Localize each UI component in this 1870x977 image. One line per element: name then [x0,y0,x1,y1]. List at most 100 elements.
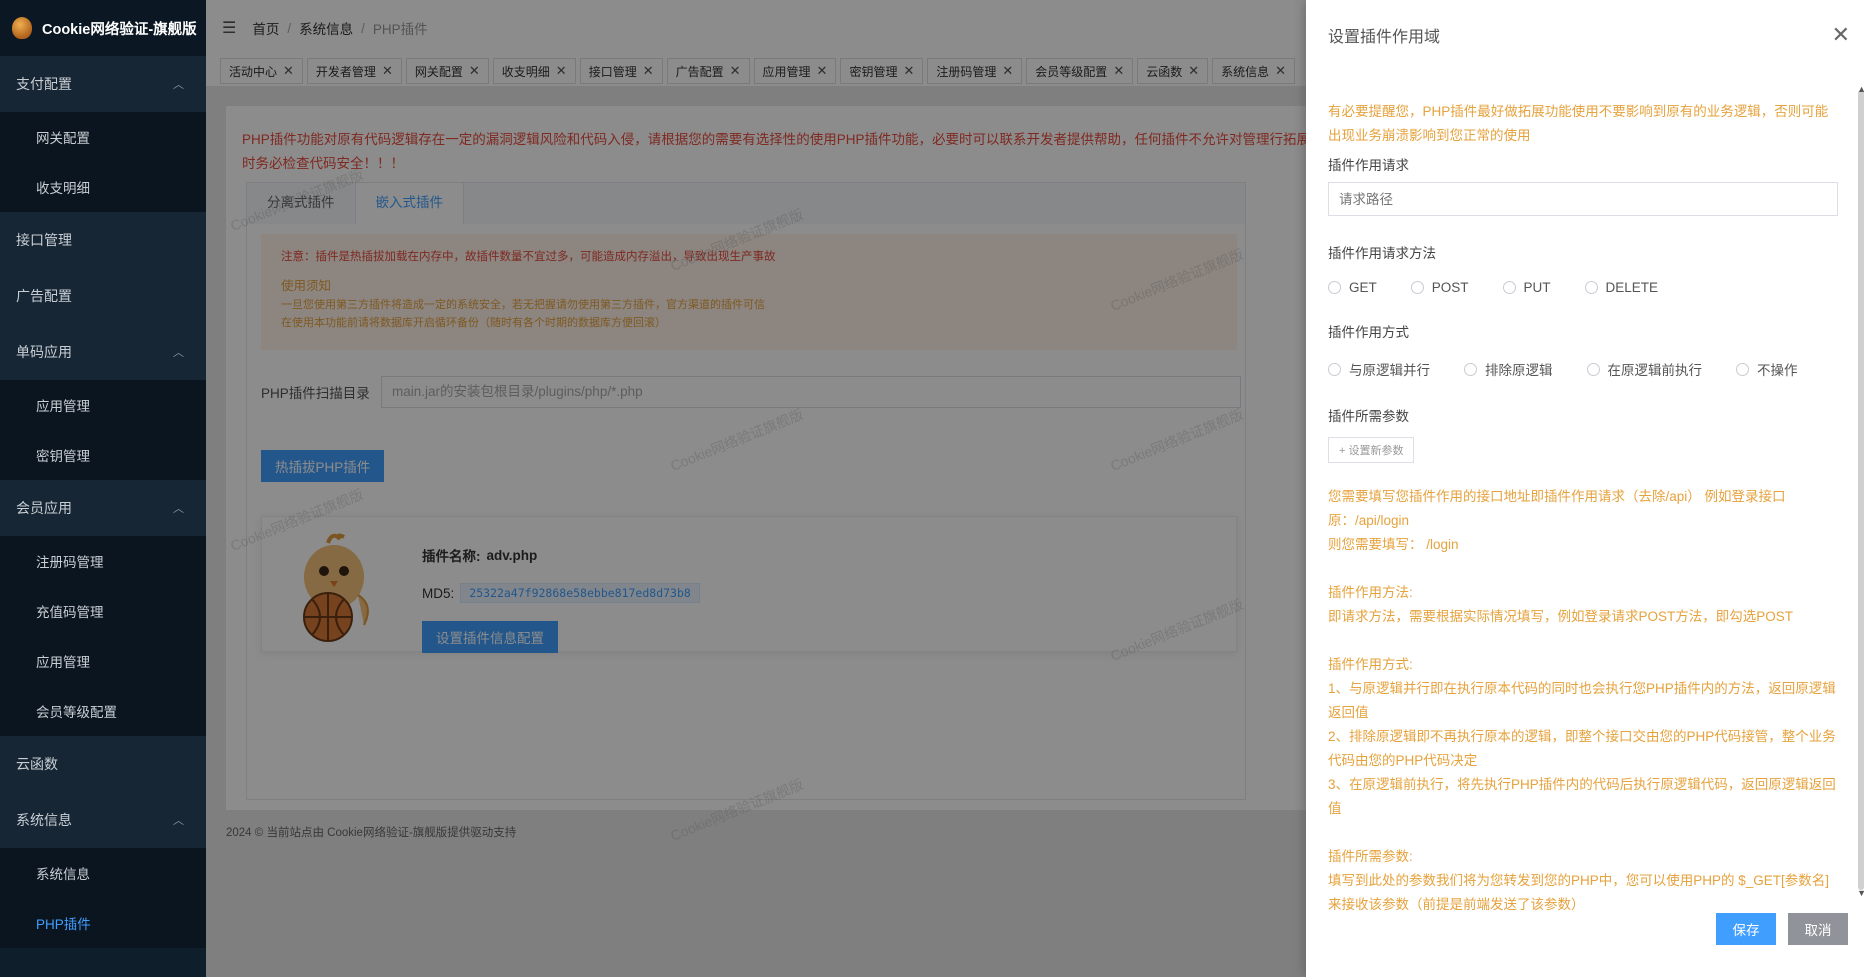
help-line: 填写到此处的参数我们将为您转发到您的PHP中，您可以使用PHP的 $_GET[参… [1328,873,1830,912]
sidebar-item-14[interactable]: 系统信息 ︿ [0,792,206,848]
radio-circle-icon[interactable] [1586,362,1600,376]
sidebar-item-label: 密钥管理 [36,449,90,464]
help-line: 1、与原逻辑并行即在执行原本代码的同时也会执行您PHP插件内的方法，返回原逻辑返… [1328,681,1836,720]
add-param-button[interactable]: + 设置新参数 [1328,437,1415,463]
sidebar-item-1[interactable]: 网关配置 [0,112,206,162]
radio-label: 不操作 [1757,363,1798,378]
sidebar-item-6[interactable]: 应用管理 [0,380,206,430]
sidebar-item-15[interactable]: 系统信息 [0,848,206,898]
sidebar-item-0[interactable]: 支付配置 ︿ [0,56,206,112]
help-line: 3、在原逻辑前执行，将先执行PHP插件内的代码后执行原逻辑代码，返回原逻辑返回值 [1328,777,1836,816]
help-gap [1328,629,1838,653]
sidebar-item-9[interactable]: 注册码管理 [0,536,206,586]
request-label: 插件作用请求 [1328,158,1409,173]
sidebar-item-label: 支付配置 [16,76,72,92]
radio-label: PUT [1523,280,1551,295]
help-gap [1328,821,1838,845]
radio-label: DELETE [1605,280,1659,295]
sidebar-item-label: 会员等级配置 [36,705,117,720]
cancel-button[interactable]: 取消 [1788,913,1848,945]
params-label: 插件所需参数 [1328,409,1409,424]
sidebar-item-label: 云函数 [16,756,58,772]
close-icon[interactable]: ✕ [1832,24,1850,46]
radio-circle-icon[interactable] [1584,281,1598,294]
sidebar: Cookie网络验证-旗舰版 支付配置 ︿ 网关配置 收支明细 接口管理 广告配置 单码应用… [0,0,206,977]
sidebar-item-label: 应用管理 [36,399,90,414]
radio-label: GET [1349,280,1377,295]
chevron-up-icon: ︿ [173,503,184,515]
radio-label: POST [1431,280,1469,295]
request-path-input[interactable] [1328,182,1838,216]
help-gap [1328,557,1838,581]
radio-circle-icon[interactable] [1328,362,1341,376]
sidebar-item-label: 系统信息 [36,867,90,882]
sidebar-item-10[interactable]: 充值码管理 [0,586,206,636]
help-text: 您需要填写您插件作用的接口地址即插件作用请求（去除/api） 例如登录接口原：/… [1328,485,1838,917]
radio-circle-icon[interactable] [1328,281,1341,294]
app-logo-icon [12,17,32,39]
sidebar-item-label: 广告配置 [16,288,72,304]
methods-radio-2[interactable]: PUT [1502,280,1551,295]
sidebar-item-13[interactable]: 云函数 [0,736,206,792]
help-line: 插件所需参数: [1328,849,1413,864]
radio-label: 排除原逻辑 [1485,363,1553,378]
sidebar-item-label: 接口管理 [16,232,72,248]
sidebar-item-label: PHP插件 [36,917,91,932]
radio-label: 与原逻辑并行 [1349,363,1430,378]
radio-circle-icon[interactable] [1736,362,1749,376]
sidebar-item-label: 收支明细 [36,181,90,196]
drawer-scrollbar[interactable] [1858,90,1864,890]
app-logo[interactable]: Cookie网络验证-旗舰版 [0,0,206,56]
sidebar-item-11[interactable]: 应用管理 [0,636,206,686]
radio-circle-icon[interactable] [1464,362,1477,376]
sidebar-item-7[interactable]: 密钥管理 [0,430,206,480]
sidebar-item-4[interactable]: 广告配置 [0,268,206,324]
help-line: 即请求方法，需要根据实际情况填写，例如登录请求POST方法，即勾选POST [1328,609,1794,624]
methods-radio-0[interactable]: GET [1328,280,1377,295]
sidebar-item-2[interactable]: 收支明细 [0,162,206,212]
radio-label: 在原逻辑前执行 [1607,363,1703,378]
save-button[interactable]: 保存 [1716,913,1776,945]
help-line: 插件作用方式: [1328,657,1413,672]
mode-radio-group: 与原逻辑并行 排除原逻辑 在原逻辑前执行 不操作 [1328,359,1838,379]
sidebar-item-12[interactable]: 会员等级配置 [0,686,206,736]
scroll-down-icon[interactable]: ▼ [1857,888,1866,898]
drawer-body: 有必要提醒您，PHP插件最好做拓展功能使用不要影响到原有的业务逻辑，否则可能出现… [1328,100,1838,917]
sidebar-item-label: 注册码管理 [36,555,104,570]
chevron-up-icon: ︿ [173,815,184,827]
help-line: 插件作用方法: [1328,585,1413,600]
sidebar-item-label: 单码应用 [16,344,72,360]
method-label: 插件作用请求方法 [1328,246,1436,261]
methods-radio-1[interactable]: POST [1410,280,1469,295]
drawer-footer: 保存 取消 [1716,913,1848,945]
modes-radio-2[interactable]: 在原逻辑前执行 [1586,359,1703,379]
drawer-header: 设置插件作用域 ✕ [1306,0,1870,70]
mode-label: 插件作用方式 [1328,325,1409,340]
chevron-up-icon: ︿ [173,347,184,359]
sidebar-item-5[interactable]: 单码应用 ︿ [0,324,206,380]
help-line: 您需要填写您插件作用的接口地址即插件作用请求（去除/api） 例如登录接口原：/… [1328,489,1786,528]
sidebar-item-label: 应用管理 [36,655,90,670]
plugin-scope-drawer: 设置插件作用域 ✕ 有必要提醒您，PHP插件最好做拓展功能使用不要影响到原有的业… [1306,0,1870,977]
app-title: Cookie网络验证-旗舰版 [42,21,197,38]
sidebar-item-label: 网关配置 [36,131,90,146]
sidebar-item-8[interactable]: 会员应用 ︿ [0,480,206,536]
modes-radio-0[interactable]: 与原逻辑并行 [1328,359,1430,379]
sidebar-item-3[interactable]: 接口管理 [0,212,206,268]
methods-radio-3[interactable]: DELETE [1584,280,1659,295]
radio-circle-icon[interactable] [1502,281,1516,294]
method-radio-group: GET POST PUT DELETE [1328,280,1838,295]
help-line: 2、排除原逻辑即不再执行原本的逻辑，即整个接口交由您的PHP代码接管，整个业务代… [1328,729,1836,768]
sidebar-item-16[interactable]: PHP插件 [0,898,206,948]
modes-radio-3[interactable]: 不操作 [1736,359,1798,379]
sidebar-item-label: 充值码管理 [36,605,104,620]
sidebar-menu: 支付配置 ︿ 网关配置 收支明细 接口管理 广告配置 单码应用 ︿ 应用管理 密钥管理 会员应用 ︿ 注… [0,56,206,948]
scroll-up-icon[interactable]: ▲ [1857,84,1866,94]
sidebar-item-label: 系统信息 [16,812,72,828]
modes-radio-1[interactable]: 排除原逻辑 [1464,359,1553,379]
sidebar-item-label: 会员应用 [16,500,72,516]
drawer-tip: 有必要提醒您，PHP插件最好做拓展功能使用不要影响到原有的业务逻辑，否则可能出现… [1328,104,1829,143]
radio-circle-icon[interactable] [1410,281,1424,294]
help-line: 则您需要填写： /login [1328,537,1459,552]
drawer-title: 设置插件作用域 [1328,29,1441,46]
